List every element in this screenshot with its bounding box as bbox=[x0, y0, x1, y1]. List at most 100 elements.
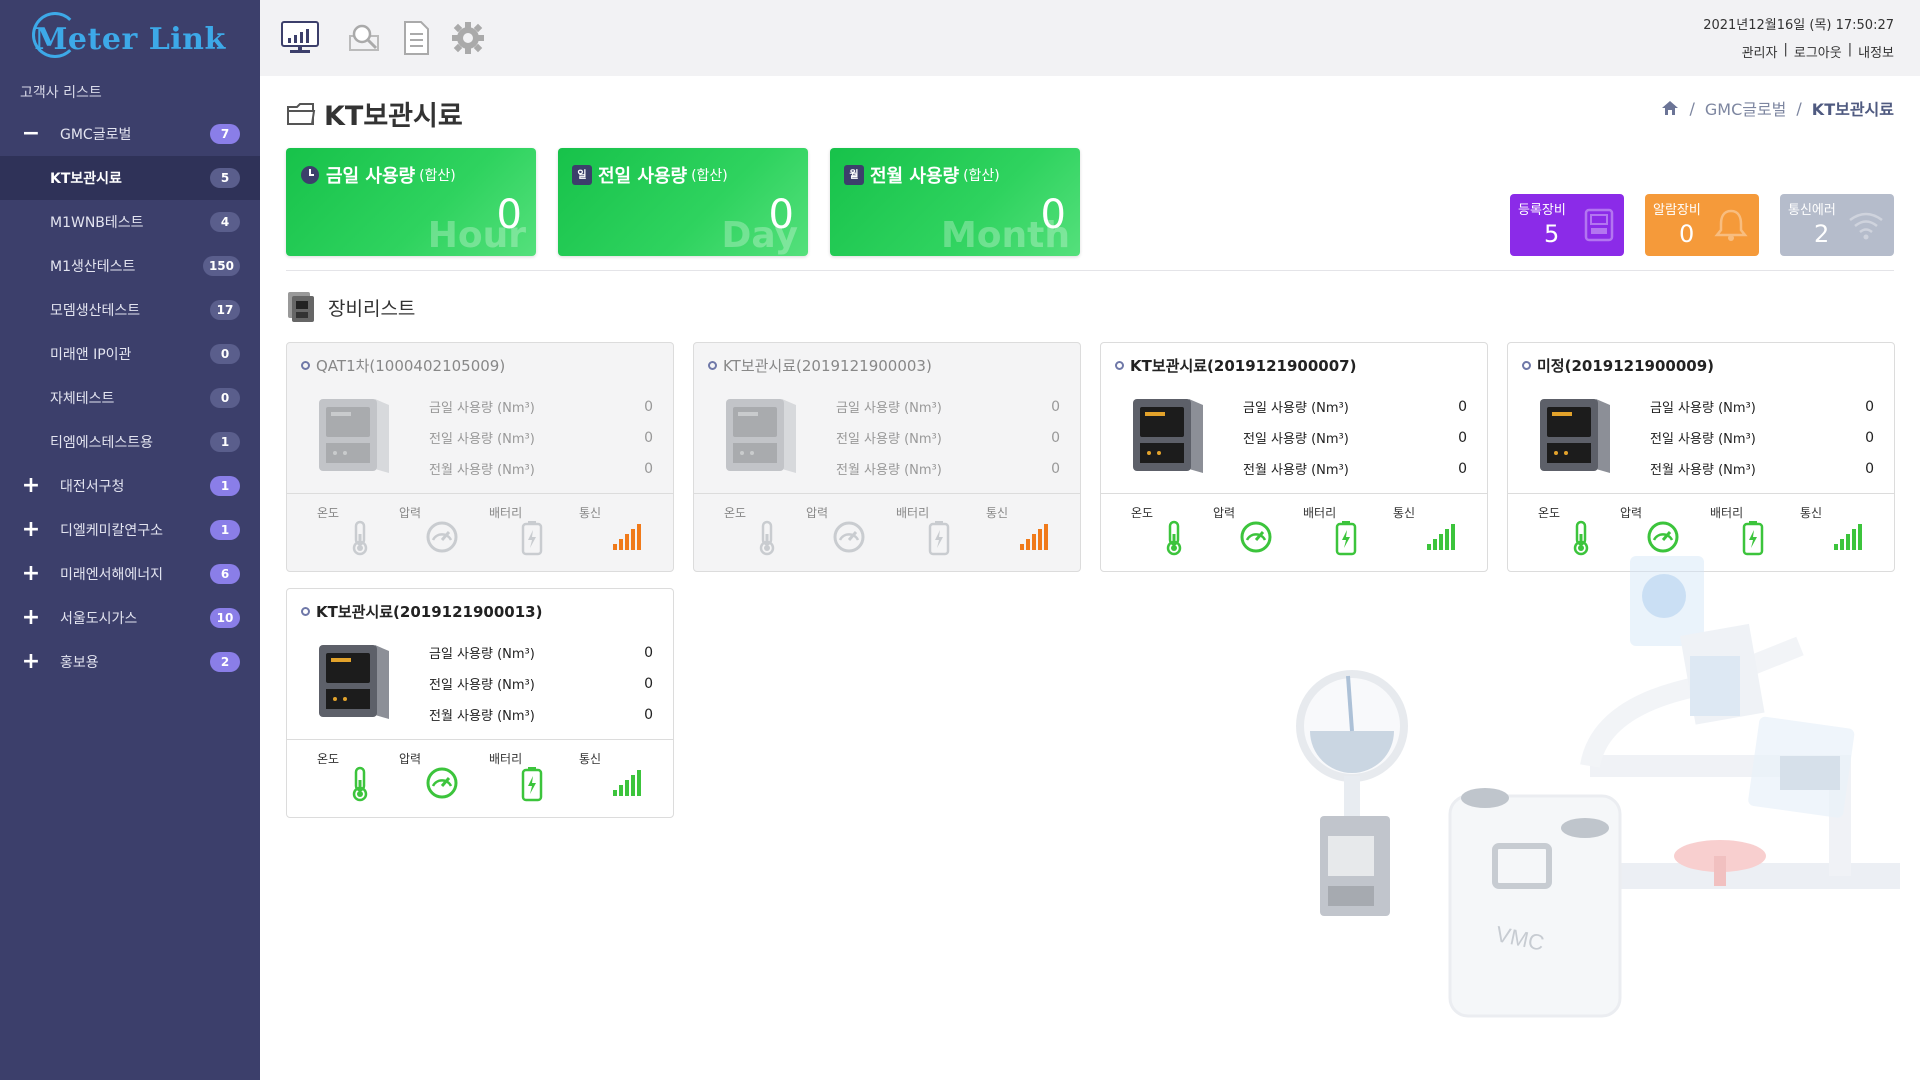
calendar-month-icon: 월 bbox=[844, 165, 864, 185]
signal-strength-icon bbox=[1427, 524, 1455, 550]
usage-rows: 금일 사용량 (Nm³) 0 전일 사용량 (Nm³) 0 전월 사용량 (Nm³) 0 bbox=[429, 637, 653, 730]
yesterday-usage-card: 일 전일 사용량 (합산) Day 0 bbox=[558, 148, 808, 256]
meter-link-logo[interactable]: Meter Link bbox=[0, 0, 260, 78]
registered-devices-box[interactable]: 등록장비 5 bbox=[1510, 194, 1624, 256]
device-name[interactable]: KT보관시료(2019121900007) bbox=[1115, 355, 1356, 376]
count-badge: 1 bbox=[210, 432, 240, 452]
usage-row: 전일 사용량 (Nm³) 0 bbox=[1650, 422, 1874, 453]
device-card[interactable]: KT보관시료(2019121900003) 금일 사용량 (Nm³) 0 전일 사용량… bbox=[693, 342, 1081, 572]
document-icon[interactable] bbox=[396, 18, 436, 58]
gas-meter-image bbox=[726, 399, 796, 473]
gas-meter-illustration: VMC bbox=[1296, 556, 1900, 1018]
sensor-label: 온도 bbox=[1131, 506, 1154, 520]
battery-icon bbox=[521, 521, 543, 556]
usage-sub: (합산) bbox=[963, 168, 1000, 184]
sensor-label: 배터리 bbox=[489, 752, 523, 766]
expand-icon[interactable]: + bbox=[20, 519, 42, 541]
wifi-icon bbox=[1849, 212, 1883, 240]
usage-title: 전일 사용량 bbox=[598, 166, 688, 187]
sidebar-group-gmc-global[interactable]: − GMC글로벌 7 bbox=[0, 112, 260, 156]
sidebar-group-seoul-gas[interactable]: + 서울도시가스 10 bbox=[0, 596, 260, 640]
usage-sub: (합산) bbox=[419, 168, 456, 184]
battery-icon bbox=[1742, 521, 1764, 556]
usage-row-label: 금일 사용량 (Nm³) bbox=[429, 401, 535, 416]
status-dot-icon bbox=[708, 361, 717, 370]
my-info-link[interactable]: 내정보 bbox=[1858, 42, 1894, 61]
breadcrumb-sep: / bbox=[1796, 98, 1802, 118]
breadcrumb-current: KT보관시료 bbox=[1811, 100, 1894, 119]
expand-icon[interactable]: + bbox=[20, 607, 42, 629]
sensor-label: 압력 bbox=[399, 506, 422, 520]
usage-row: 전월 사용량 (Nm³) 0 bbox=[836, 453, 1060, 484]
device-name[interactable]: KT보관시료(2019121900003) bbox=[708, 355, 932, 376]
meter-device-icon bbox=[288, 292, 314, 322]
expand-icon[interactable]: + bbox=[20, 475, 42, 497]
logout-link[interactable]: 로그아웃 bbox=[1794, 42, 1842, 61]
home-icon[interactable] bbox=[1661, 100, 1679, 116]
device-name[interactable]: KT보관시료(2019121900013) bbox=[301, 601, 542, 622]
sidebar-item-m1-production-test[interactable]: M1생산테스트 150 bbox=[0, 244, 260, 288]
sidebar-group-promo[interactable]: + 홍보용 2 bbox=[0, 640, 260, 684]
collapse-icon[interactable]: − bbox=[20, 123, 42, 145]
sensor-label: 통신 bbox=[986, 506, 1009, 520]
device-card[interactable]: QAT1차(1000402105009) 금일 사용량 (Nm³) 0 전일 사용량 … bbox=[286, 342, 674, 572]
usage-row-label: 금일 사용량 (Nm³) bbox=[429, 647, 535, 662]
sidebar-item-modem-production-test[interactable]: 모뎀생산테스트 17 bbox=[0, 288, 260, 332]
signal-strength-icon bbox=[613, 524, 641, 550]
sidebar-item-miraen-ip-transfer[interactable]: 미래앤 IP이관 0 bbox=[0, 332, 260, 376]
status-dot-icon bbox=[1115, 361, 1124, 370]
search-map-icon[interactable] bbox=[344, 18, 384, 58]
device-card[interactable]: 미정(2019121900009) 금일 사용량 (Nm³) 0 전일 사용량 (Nm… bbox=[1507, 342, 1895, 572]
stat-value: 2 bbox=[1814, 220, 1830, 248]
usage-row-value: 0 bbox=[1865, 398, 1874, 415]
expand-icon[interactable]: + bbox=[20, 651, 42, 673]
divider bbox=[286, 270, 1894, 271]
usage-row-value: 0 bbox=[1865, 429, 1874, 446]
count-badge: 17 bbox=[210, 300, 240, 320]
usage-rows: 금일 사용량 (Nm³) 0 전일 사용량 (Nm³) 0 전월 사용량 (Nm³) 0 bbox=[429, 391, 653, 484]
status-dot-icon bbox=[1522, 361, 1531, 370]
count-badge: 4 bbox=[210, 212, 240, 232]
usage-row-label: 전월 사용량 (Nm³) bbox=[836, 463, 942, 478]
usage-row: 금일 사용량 (Nm³) 0 bbox=[1650, 391, 1874, 422]
sidebar-item-kt-storage[interactable]: KT보관시료 5 bbox=[0, 156, 260, 200]
gas-meter-image bbox=[1133, 399, 1203, 473]
usage-value: 0 bbox=[496, 192, 522, 238]
expand-icon[interactable]: + bbox=[20, 563, 42, 585]
device-name[interactable]: QAT1차(1000402105009) bbox=[301, 355, 505, 376]
sidebar-item-tms-test[interactable]: 티엠에스테스트용 1 bbox=[0, 420, 260, 464]
user-links: 관리자 | 로그아웃 | 내정보 bbox=[1742, 42, 1894, 61]
usage-sub: (합산) bbox=[691, 168, 728, 184]
usage-row-value: 0 bbox=[644, 675, 653, 692]
usage-row: 전월 사용량 (Nm³) 0 bbox=[429, 699, 653, 730]
alarm-devices-box[interactable]: 알람장비 0 bbox=[1645, 194, 1759, 256]
monitor-chart-icon[interactable] bbox=[280, 18, 320, 58]
comm-error-box[interactable]: 통신에러 2 bbox=[1780, 194, 1894, 256]
pressure-gauge-icon bbox=[1647, 521, 1679, 553]
device-name[interactable]: 미정(2019121900009) bbox=[1522, 355, 1714, 376]
sidebar-group-dl-chemical[interactable]: + 디엘케미칼연구소 1 bbox=[0, 508, 260, 552]
gear-icon[interactable] bbox=[448, 18, 488, 58]
sidebar-group-daejeon-seogu[interactable]: + 대전서구청 1 bbox=[0, 464, 260, 508]
usage-row-label: 전일 사용량 (Nm³) bbox=[1650, 432, 1756, 447]
sidebar-item-self-test[interactable]: 자체테스트 0 bbox=[0, 376, 260, 420]
device-card[interactable]: KT보관시료(2019121900007) 금일 사용량 (Nm³) 0 전일 사용량… bbox=[1100, 342, 1488, 572]
device-card[interactable]: KT보관시료(2019121900013) 금일 사용량 (Nm³) 0 전일 사용량… bbox=[286, 588, 674, 818]
count-badge: 6 bbox=[210, 564, 240, 584]
usage-row: 전일 사용량 (Nm³) 0 bbox=[836, 422, 1060, 453]
sensor-label: 배터리 bbox=[1710, 506, 1744, 520]
usage-row-label: 전일 사용량 (Nm³) bbox=[429, 678, 535, 693]
count-badge: 1 bbox=[210, 520, 240, 540]
usage-row-label: 금일 사용량 (Nm³) bbox=[836, 401, 942, 416]
usage-rows: 금일 사용량 (Nm³) 0 전일 사용량 (Nm³) 0 전월 사용량 (Nm³) 0 bbox=[836, 391, 1060, 484]
stat-value: 0 bbox=[1679, 220, 1695, 248]
admin-link[interactable]: 관리자 bbox=[1742, 42, 1778, 61]
usage-rows: 금일 사용량 (Nm³) 0 전일 사용량 (Nm³) 0 전월 사용량 (Nm³) 0 bbox=[1243, 391, 1467, 484]
usage-row: 전월 사용량 (Nm³) 0 bbox=[1650, 453, 1874, 484]
sidebar-item-m1wnb-test[interactable]: M1WNB테스트 4 bbox=[0, 200, 260, 244]
stat-label: 통신에러 bbox=[1788, 203, 1836, 218]
usage-row-label: 전월 사용량 (Nm³) bbox=[429, 463, 535, 478]
sidebar-group-miraen-seohae[interactable]: + 미래엔서해에너지 6 bbox=[0, 552, 260, 596]
breadcrumb-gmc-global[interactable]: GMC글로벌 bbox=[1705, 96, 1787, 120]
usage-row-label: 전월 사용량 (Nm³) bbox=[1650, 463, 1756, 478]
